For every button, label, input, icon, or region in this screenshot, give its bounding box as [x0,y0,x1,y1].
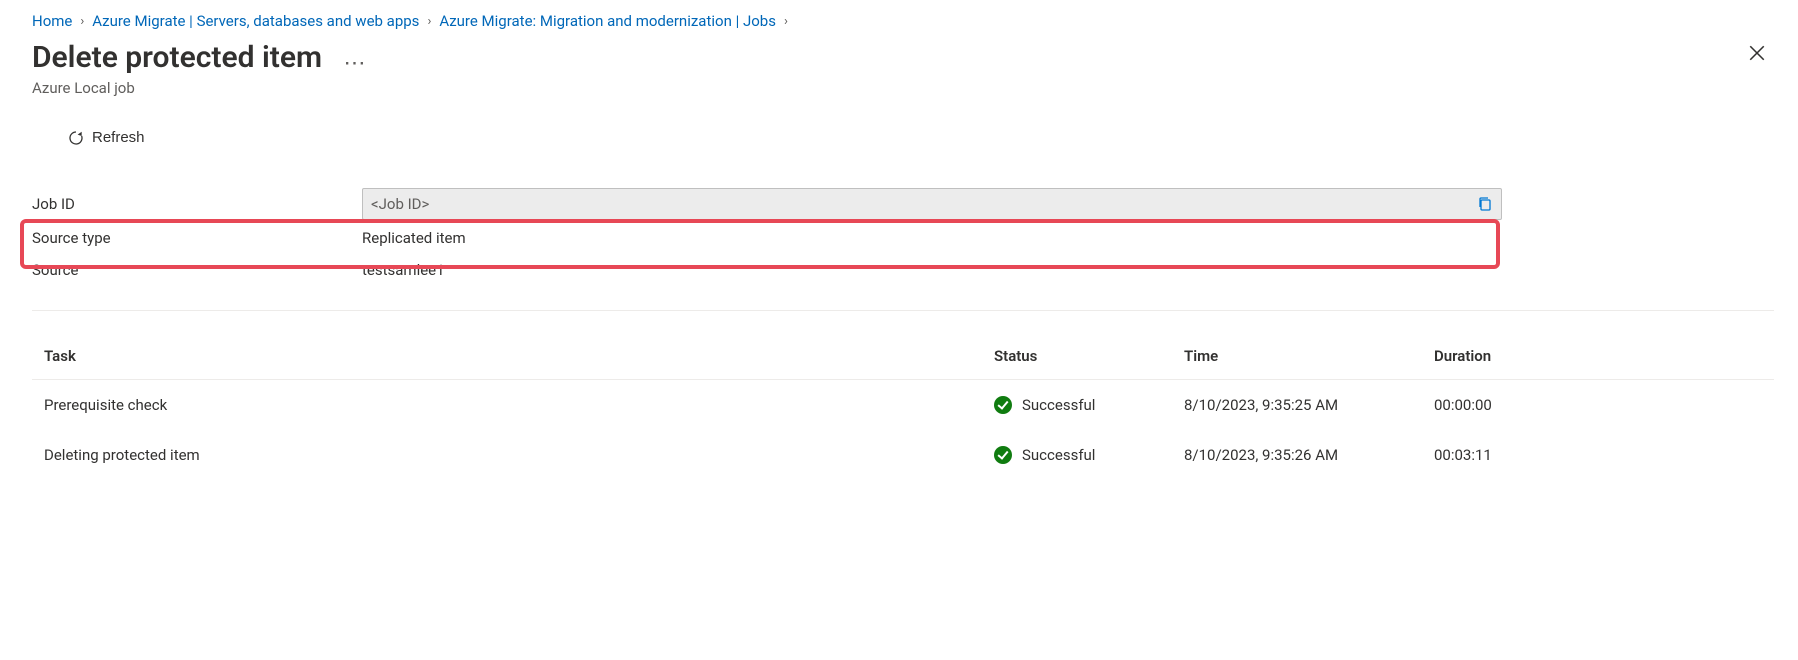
property-row-source-type: Source type Replicated item [32,222,1774,254]
column-header-status[interactable]: Status [982,337,1172,380]
chevron-right-icon: › [78,14,86,29]
success-icon [994,396,1012,414]
refresh-icon [68,130,84,146]
chevron-right-icon: › [782,14,790,29]
success-icon [994,446,1012,464]
property-value: testsamlee1 [362,261,445,279]
status-text: Successful [1022,396,1095,414]
table-row[interactable]: Prerequisite check Successful 8/10/2023,… [32,380,1774,431]
page-title: Delete protected item [32,40,322,75]
property-value: Replicated item [362,229,466,247]
properties-section: Job ID <Job ID> Source type Replicated i… [32,186,1774,286]
breadcrumb-link-migrate-servers[interactable]: Azure Migrate | Servers, databases and w… [92,12,419,30]
task-name-cell: Deleting protected item [32,430,982,480]
command-bar: Refresh [62,125,1774,150]
property-label: Source type [32,229,362,247]
breadcrumb-link-migrate-jobs[interactable]: Azure Migrate: Migration and modernizati… [439,12,776,30]
refresh-button[interactable]: Refresh [62,125,151,150]
status-text: Successful [1022,446,1095,464]
more-actions-button[interactable]: ⋯ [344,51,368,76]
breadcrumb: Home › Azure Migrate | Servers, database… [32,12,1774,30]
time-cell: 8/10/2023, 9:35:25 AM [1172,380,1422,431]
table-row[interactable]: Deleting protected item Successful 8/10/… [32,430,1774,480]
breadcrumb-link-home[interactable]: Home [32,12,72,30]
tasks-table: Task Status Time Duration Prerequisite c… [32,337,1774,480]
column-header-duration[interactable]: Duration [1422,337,1774,380]
status-cell: Successful [994,446,1160,464]
chevron-right-icon: › [425,14,433,29]
property-label: Source [32,261,362,279]
column-header-time[interactable]: Time [1172,337,1422,380]
job-id-value: <Job ID> [371,195,1477,213]
column-header-task[interactable]: Task [32,337,982,380]
duration-cell: 00:00:00 [1422,380,1774,431]
page-subtitle: Azure Local job [32,79,368,97]
close-button[interactable] [1740,40,1774,71]
task-name-cell: Prerequisite check [32,380,982,431]
property-row-source: Source testsamlee1 [32,254,1774,286]
close-icon [1748,44,1766,62]
time-cell: 8/10/2023, 9:35:26 AM [1172,430,1422,480]
property-label: Job ID [32,195,362,213]
copy-button[interactable] [1477,196,1493,212]
property-row-job-id: Job ID <Job ID> [32,186,1774,222]
section-divider [32,310,1774,311]
job-id-field[interactable]: <Job ID> [362,188,1502,220]
refresh-label: Refresh [92,129,145,146]
copy-icon [1477,196,1493,212]
duration-cell: 00:03:11 [1422,430,1774,480]
status-cell: Successful [994,396,1160,414]
